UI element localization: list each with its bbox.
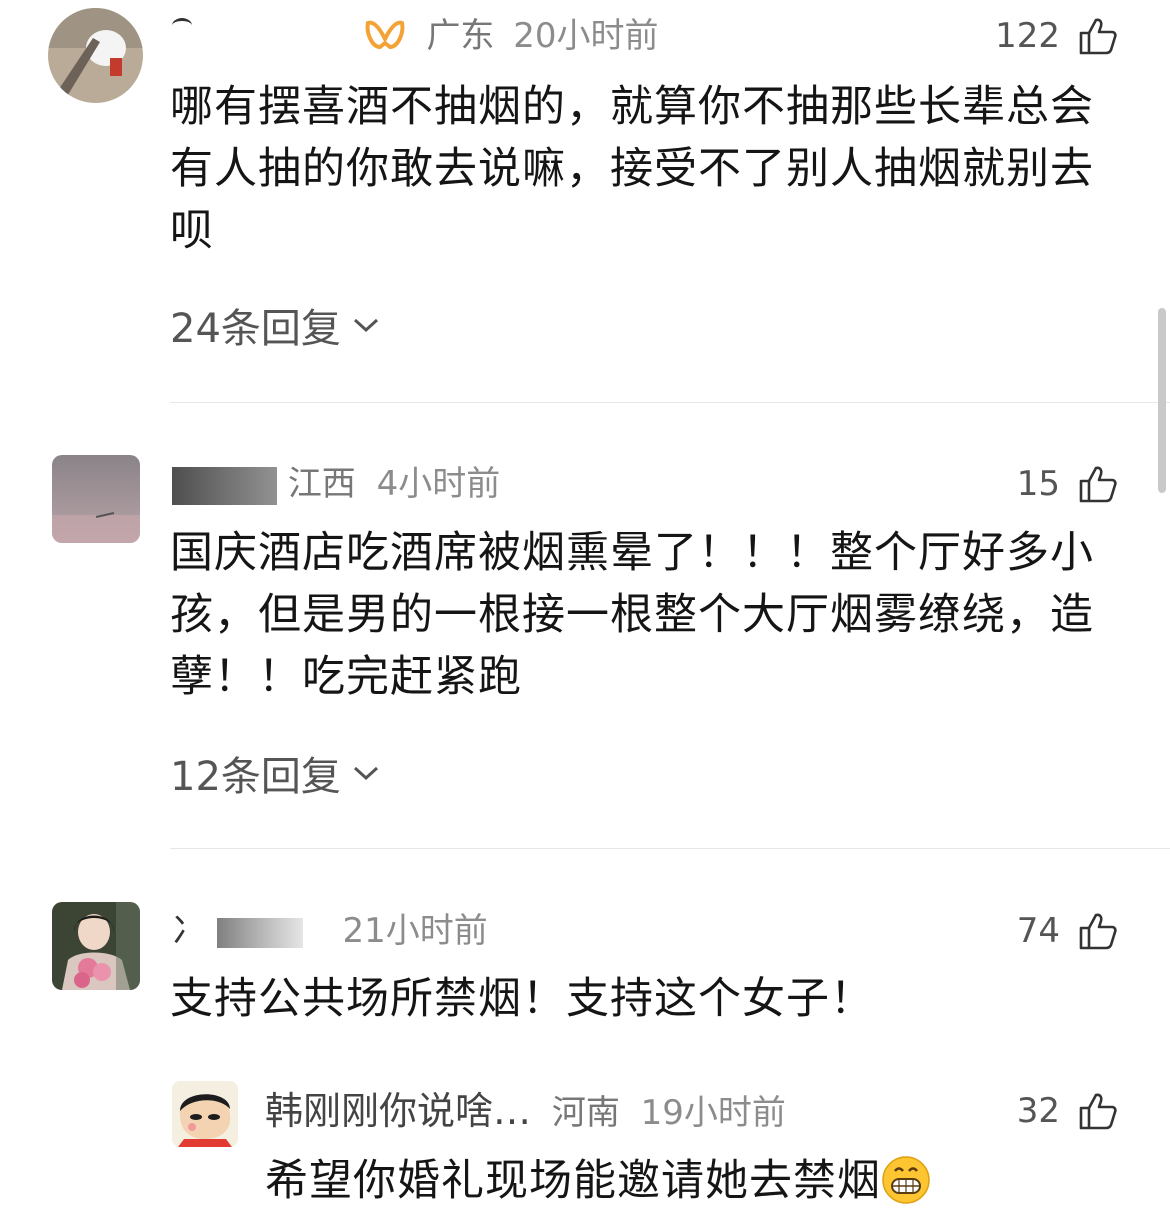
replies-label: 12条回复 <box>170 754 341 800</box>
username-mark[interactable] <box>172 18 192 33</box>
location: 江西 <box>287 464 356 504</box>
comment-text: 国庆酒店吃酒席被烟熏晕了！！！整个厅好多小孩，但是男的一根接一根整个大厅烟雾缭绕… <box>170 528 1094 702</box>
replies-label: 24条回复 <box>170 306 341 352</box>
username-redacted[interactable] <box>172 466 277 505</box>
avatar[interactable] <box>52 455 140 543</box>
like-count: 122 <box>995 16 1060 56</box>
timestamp: 20小时前 <box>513 16 659 56</box>
thumbs-up-icon <box>1079 913 1117 950</box>
timestamp: 21小时前 <box>342 911 488 951</box>
thumbs-up-icon <box>1079 1093 1117 1130</box>
like-button[interactable]: 32 <box>1017 1091 1118 1131</box>
avatar[interactable] <box>172 1081 238 1147</box>
thumbs-up-icon <box>1079 18 1117 55</box>
comment-meta: 江西 4小时前 <box>172 464 500 505</box>
grinning-face-emoji-icon <box>882 1156 930 1204</box>
divider <box>170 848 1170 849</box>
timestamp: 19小时前 <box>640 1093 786 1133</box>
chevron-down-icon <box>353 318 378 333</box>
comment-text: 哪有摆喜酒不抽烟的，就算你不抽那些长辈总会有人抽的你敢去说嘛，接受不了别人抽烟就… <box>170 82 1094 256</box>
like-count: 32 <box>1016 1091 1060 1131</box>
location: 广东 <box>426 16 495 56</box>
scrollbar[interactable] <box>1158 308 1166 493</box>
reply-username[interactable]: 韩刚刚你说啥… <box>265 1089 531 1133</box>
like-button[interactable]: 15 <box>1017 464 1118 504</box>
comment-text: 支持公共场所禁烟！支持这个女子！ <box>170 974 874 1024</box>
like-count: 15 <box>1016 464 1060 504</box>
view-replies-button[interactable]: 12条回复 <box>170 744 381 802</box>
comment-meta: 冫 21小时前 <box>172 911 488 951</box>
vip-badge-icon <box>364 17 406 62</box>
thumbs-up-icon <box>1079 466 1117 503</box>
like-button[interactable]: 74 <box>1017 911 1118 951</box>
username-redacted <box>216 917 303 948</box>
chevron-down-icon <box>353 766 378 781</box>
like-button[interactable]: 122 <box>995 16 1118 56</box>
reply-text: 希望你婚礼现场能邀请她去禁烟 <box>265 1156 881 1206</box>
reply-text-row: 希望你婚礼现场能邀请她去禁烟 <box>265 1150 1145 1212</box>
like-count: 74 <box>1016 911 1060 951</box>
username-partial[interactable]: 冫 <box>172 911 206 951</box>
location: 河南 <box>551 1093 620 1133</box>
reply-meta: 韩刚刚你说啥… 河南 19小时前 <box>265 1091 786 1133</box>
avatar[interactable] <box>48 8 143 103</box>
timestamp: 4小时前 <box>376 464 501 504</box>
avatar[interactable] <box>52 902 140 990</box>
comment-meta: 广东 20小时前 <box>172 16 659 62</box>
divider <box>170 402 1170 403</box>
view-replies-button[interactable]: 24条回复 <box>170 296 381 354</box>
